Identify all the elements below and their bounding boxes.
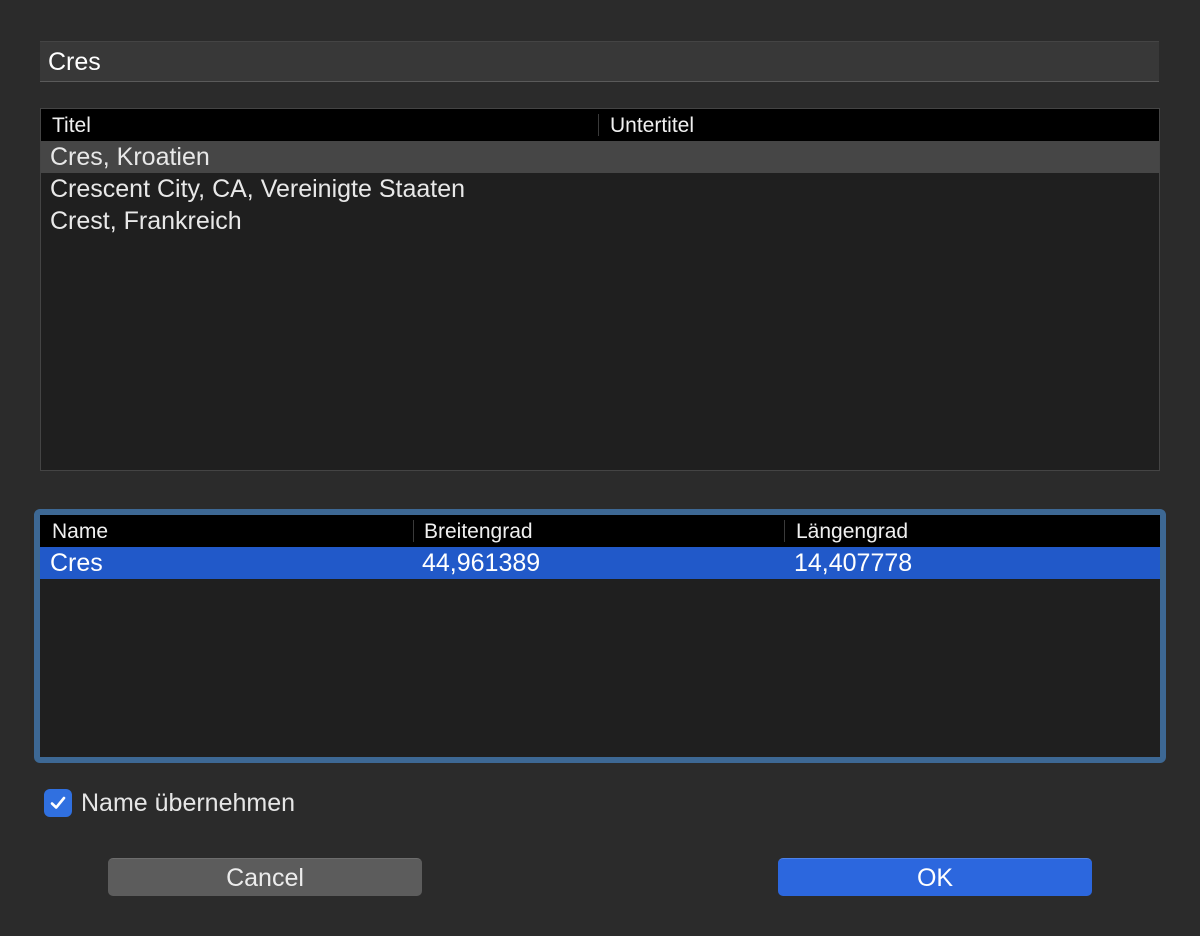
table-row[interactable]: Cres 44,961389 14,407778 — [40, 547, 1160, 579]
coordinates-table[interactable]: Name Breitengrad Längengrad Cres 44,9613… — [34, 509, 1166, 763]
row-title: Crescent City, CA, Vereinigte Staaten — [50, 175, 466, 203]
results-table-header: Titel Untertitel — [41, 109, 1159, 141]
row-title: Cres, Kroatien — [50, 143, 210, 171]
column-separator — [598, 114, 599, 136]
column-header-titel[interactable]: Titel — [52, 109, 91, 141]
row-latitude: 44,961389 — [422, 549, 541, 577]
take-name-checkbox[interactable] — [44, 789, 72, 817]
take-name-option[interactable]: Name übernehmen — [44, 788, 295, 818]
checkmark-icon — [50, 796, 66, 809]
results-table[interactable]: Titel Untertitel Cres, Kroatien Crescent… — [40, 108, 1160, 471]
row-title: Crest, Frankreich — [50, 207, 242, 235]
column-separator — [784, 520, 785, 542]
search-input[interactable]: Cres — [40, 41, 1159, 82]
column-separator — [413, 520, 414, 542]
column-header-name[interactable]: Name — [52, 515, 108, 547]
ok-button[interactable]: OK — [778, 858, 1092, 896]
table-row[interactable]: Crescent City, CA, Vereinigte Staaten — [41, 173, 1159, 205]
column-header-breitengrad[interactable]: Breitengrad — [424, 515, 533, 547]
column-header-untertitel[interactable]: Untertitel — [610, 109, 694, 141]
row-longitude: 14,407778 — [794, 549, 913, 577]
coordinates-table-header: Name Breitengrad Längengrad — [40, 515, 1160, 547]
row-name: Cres — [50, 549, 103, 577]
cancel-button[interactable]: Cancel — [108, 858, 422, 896]
table-row[interactable]: Crest, Frankreich — [41, 205, 1159, 237]
take-name-label[interactable]: Name übernehmen — [81, 789, 295, 818]
table-row[interactable]: Cres, Kroatien — [41, 141, 1159, 173]
column-header-laengengrad[interactable]: Längengrad — [796, 515, 908, 547]
